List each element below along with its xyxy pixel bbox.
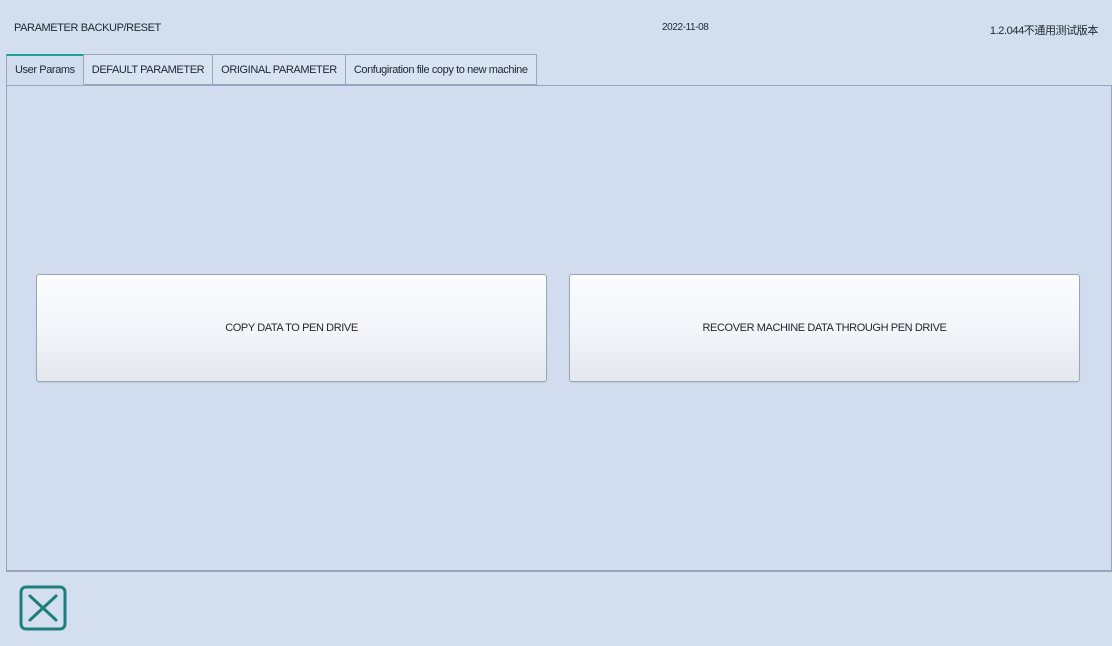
tab-original-parameter[interactable]: ORIGINAL PARAMETER xyxy=(213,54,346,85)
tab-bar: User Params DEFAULT PARAMETER ORIGINAL P… xyxy=(6,54,537,86)
footer-divider xyxy=(6,571,1112,572)
tab-user-params[interactable]: User Params xyxy=(6,54,84,85)
tab-default-parameter[interactable]: DEFAULT PARAMETER xyxy=(83,54,214,85)
copy-to-pen-drive-label: COPY DATA TO PEN DRIVE xyxy=(225,322,358,334)
content-panel: COPY DATA TO PEN DRIVE RECOVER MACHINE D… xyxy=(6,85,1112,571)
close-button[interactable] xyxy=(18,584,70,632)
recover-from-pen-drive-label: RECOVER MACHINE DATA THROUGH PEN DRIVE xyxy=(702,322,947,334)
copy-to-pen-drive-button[interactable]: COPY DATA TO PEN DRIVE xyxy=(36,274,547,382)
page-title: PARAMETER BACKUP/RESET xyxy=(14,22,161,34)
version-label: 1.2.044不通用测试版本 xyxy=(989,25,1099,37)
close-icon xyxy=(19,585,67,631)
date-display: 2022-11-08 xyxy=(662,22,709,33)
recover-from-pen-drive-button[interactable]: RECOVER MACHINE DATA THROUGH PEN DRIVE xyxy=(569,274,1080,382)
title-bar: PARAMETER BACKUP/RESET 2022-11-08 1.2.04… xyxy=(0,0,1112,54)
tab-config-file-copy[interactable]: Confugiration file copy to new machine xyxy=(345,54,537,85)
